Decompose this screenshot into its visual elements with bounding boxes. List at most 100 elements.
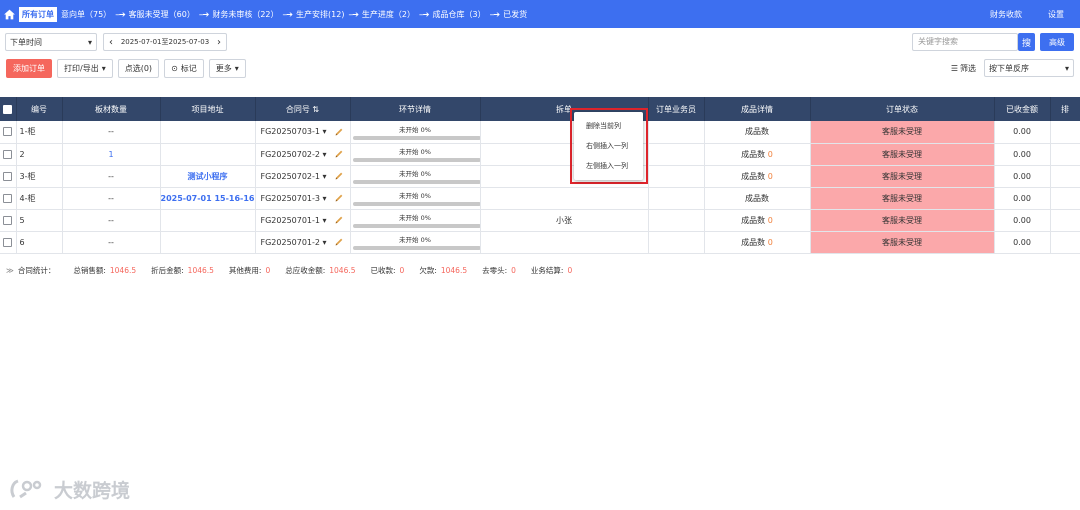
extra-cell	[1050, 143, 1080, 166]
col-header-contract[interactable]: 合同号 ⇅	[255, 97, 351, 121]
edit-pencil-icon[interactable]	[334, 171, 344, 181]
edit-pencil-icon[interactable]	[334, 237, 344, 247]
row-checkbox[interactable]	[3, 193, 13, 203]
summary-label: 去零头:	[482, 266, 508, 275]
product-count: 0	[767, 237, 773, 247]
sort-arrows-icon[interactable]: ⇅	[312, 105, 319, 114]
col-header-id[interactable]: 编号	[16, 97, 63, 121]
project-address[interactable]: 测试小程序	[160, 165, 256, 188]
menu-delete-column[interactable]: 删除当前列	[574, 120, 643, 140]
summary-label: 其他费用:	[228, 266, 262, 275]
select-all-checkbox[interactable]	[3, 104, 13, 114]
nav-step-warehouse[interactable]: 成品仓库（3）	[433, 9, 486, 20]
project-address	[160, 121, 256, 144]
contract-number[interactable]: FG20250701-2 ▾	[261, 238, 327, 247]
contract-number[interactable]: FG20250702-1 ▾	[261, 172, 327, 181]
order-id: 5	[16, 209, 63, 232]
received-amount: 0.00	[994, 121, 1051, 144]
edit-pencil-icon[interactable]	[334, 127, 344, 137]
project-address[interactable]: 2025-07-01 15-16-16	[160, 187, 256, 210]
row-select-cell[interactable]	[0, 121, 17, 144]
nav-step-finance-pending[interactable]: 财务未审核（22）	[212, 9, 278, 20]
col-header-received[interactable]: 已收金额	[994, 97, 1051, 121]
row-checkbox[interactable]	[3, 171, 13, 181]
contract-number[interactable]: FG20250702-2 ▾	[261, 150, 327, 159]
col-header-address[interactable]: 项目地址	[160, 97, 256, 121]
product-label: 成品数	[741, 215, 766, 225]
progress-label: 未开始 0%	[399, 170, 431, 178]
product-label: 成品数	[741, 237, 766, 247]
row-select-cell[interactable]	[0, 143, 17, 166]
order-id: 6	[16, 231, 63, 254]
row-checkbox[interactable]	[3, 215, 13, 225]
product-label: 成品数	[745, 127, 769, 137]
contract-number[interactable]: FG20250701-1 ▾	[261, 216, 327, 225]
sort-select[interactable]: 按下单反序 ▾	[984, 59, 1074, 77]
col-header-qty[interactable]: 板材数量	[62, 97, 161, 121]
contract-cell: FG20250701-3 ▾	[255, 187, 351, 210]
nav-step-intent[interactable]: 意向单（75）	[61, 9, 111, 20]
chevron-left-icon[interactable]: ‹	[104, 37, 118, 48]
product-label: 成品数	[741, 149, 766, 159]
time-type-select[interactable]: 下单时间 ▾	[5, 33, 97, 51]
extra-cell	[1050, 187, 1080, 210]
edit-pencil-icon[interactable]	[334, 193, 344, 203]
nav-step-production-plan[interactable]: 生产安排(12)	[296, 9, 344, 20]
contract-number[interactable]: FG20250703-1 ▾	[261, 127, 327, 136]
row-select-cell[interactable]	[0, 209, 17, 232]
nav-step-shipped[interactable]: 已发货	[503, 9, 527, 20]
contract-number[interactable]: FG20250701-3 ▾	[261, 194, 327, 203]
search-button[interactable]: 搜	[1018, 33, 1035, 51]
received-amount: 0.00	[994, 209, 1051, 232]
row-select-cell[interactable]	[0, 187, 17, 210]
summary-label: 折后金额:	[151, 266, 184, 275]
table-row[interactable]: 3-柜 -- 测试小程序 FG20250702-1 ▾ 未开始 0% 成品数 0 客服未受理…	[0, 165, 1080, 188]
expand-icon[interactable]: ≫	[6, 266, 14, 275]
split-cell	[480, 187, 649, 210]
advanced-search-button[interactable]: 高级	[1040, 33, 1074, 51]
table-row[interactable]: 4-柜 -- 2025-07-01 15-16-16 FG20250701-3 ▾ 未开…	[0, 187, 1080, 210]
print-export-button[interactable]: 打印/导出 ▾	[57, 59, 113, 78]
finance-receipt-link[interactable]: 财务收款	[990, 9, 1022, 20]
filter-button[interactable]: ☰ 筛选	[951, 63, 976, 74]
row-select-cell[interactable]	[0, 231, 17, 254]
chevron-right-icon[interactable]: ›	[212, 37, 226, 48]
add-order-button[interactable]: 添加订单	[6, 59, 52, 78]
menu-insert-left[interactable]: 左侧插入一列	[574, 160, 643, 180]
table-row[interactable]: 5 -- FG20250701-1 ▾ 未开始 0% 小张 成品数 0 客服未受理 0.00	[0, 209, 1080, 232]
col-header-status[interactable]: 订单状态	[810, 97, 995, 121]
row-checkbox[interactable]	[3, 237, 13, 247]
date-range-picker[interactable]: ‹ 2025-07-01至2025-07-03 ›	[103, 33, 227, 51]
menu-insert-right[interactable]: 右侧插入一列	[574, 140, 643, 160]
nav-step-production-progress[interactable]: 生产进度（2）	[362, 9, 415, 20]
col-header-product[interactable]: 成品详情	[704, 97, 811, 121]
contract-header-label: 合同号	[285, 104, 310, 114]
salesperson-cell	[648, 187, 705, 210]
col-header-more[interactable]: 排	[1050, 97, 1080, 121]
keyword-search-input[interactable]: 关键字搜索	[912, 33, 1018, 51]
selected-count-button[interactable]: 点选(0)	[117, 59, 160, 78]
mark-button[interactable]: ⊙ 标记	[164, 59, 204, 78]
salesperson-cell	[648, 121, 705, 144]
table-row[interactable]: 6 -- FG20250701-2 ▾ 未开始 0% 成品数 0 客服未受理 0.00	[0, 231, 1080, 254]
col-header-progress[interactable]: 环节详情	[350, 97, 481, 121]
board-qty[interactable]: 1	[62, 143, 161, 166]
caret-down-icon: ▾	[322, 149, 327, 159]
col-header-salesperson[interactable]: 订单业务员	[648, 97, 705, 121]
home-button[interactable]	[0, 0, 18, 28]
edit-pencil-icon[interactable]	[334, 149, 344, 159]
table-row[interactable]: 2 1 FG20250702-2 ▾ 未开始 0% 成品数 0 客服未受理 0.00	[0, 143, 1080, 166]
row-checkbox[interactable]	[3, 127, 13, 137]
progress-bar	[352, 135, 481, 140]
more-button[interactable]: 更多 ▾	[208, 59, 246, 78]
row-checkbox[interactable]	[3, 149, 13, 159]
nav-step-cs-pending[interactable]: 客服未受理（60）	[129, 9, 195, 20]
select-all-header[interactable]	[0, 97, 17, 121]
row-select-cell[interactable]	[0, 165, 17, 188]
edit-pencil-icon[interactable]	[334, 215, 344, 225]
settings-link[interactable]: 设置	[1048, 9, 1064, 20]
progress-cell: 未开始 0%	[350, 143, 481, 166]
table-row[interactable]: 1-柜 -- FG20250703-1 ▾ 未开始 0% 成品数 客服未受理 0.00	[0, 121, 1080, 144]
summary-value: 0	[265, 266, 271, 275]
nav-all-orders[interactable]: 所有订单	[19, 6, 57, 22]
